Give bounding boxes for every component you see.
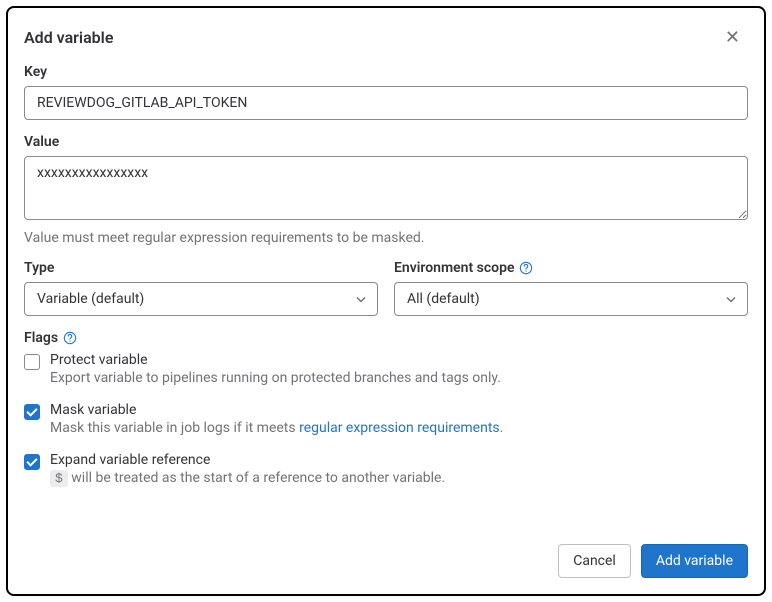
modal-header: Add variable ✕ bbox=[24, 24, 748, 50]
key-input[interactable] bbox=[24, 86, 748, 120]
mask-variable-checkbox[interactable] bbox=[24, 404, 40, 420]
protect-variable-item: Protect variable Export variable to pipe… bbox=[24, 352, 748, 386]
scope-label: Environment scope bbox=[394, 260, 514, 276]
mask-variable-desc: Mask this variable in job logs if it mee… bbox=[50, 420, 748, 436]
value-label: Value bbox=[24, 134, 748, 150]
mask-variable-item: Mask variable Mask this variable in job … bbox=[24, 402, 748, 436]
flags-label-wrap: Flags bbox=[24, 330, 748, 346]
key-label: Key bbox=[24, 64, 748, 80]
dollar-code: $ bbox=[50, 470, 68, 487]
type-field-group: Type Variable (default) bbox=[24, 260, 378, 316]
flags-section: Flags Protect variable Export variable t… bbox=[24, 330, 748, 486]
close-button[interactable]: ✕ bbox=[717, 24, 748, 50]
protect-variable-desc: Export variable to pipelines running on … bbox=[50, 370, 748, 386]
expand-variable-desc: $ will be treated as the start of a refe… bbox=[50, 470, 748, 486]
value-field-group: Value xxxxxxxxxxxxxxxx Value must meet r… bbox=[24, 134, 748, 246]
expand-variable-label[interactable]: Expand variable reference bbox=[50, 452, 748, 468]
type-selected-value: Variable (default) bbox=[37, 291, 144, 307]
protect-variable-label[interactable]: Protect variable bbox=[50, 352, 748, 368]
close-icon: ✕ bbox=[725, 27, 740, 47]
scope-field-group: Environment scope All (default) bbox=[394, 260, 748, 316]
expand-variable-item: Expand variable reference $ will be trea… bbox=[24, 452, 748, 486]
mask-requirements-link[interactable]: regular expression requirements bbox=[299, 420, 500, 436]
add-variable-modal: Add variable ✕ Key Value xxxxxxxxxxxxxxx… bbox=[6, 6, 766, 596]
type-scope-row: Type Variable (default) Environment scop… bbox=[24, 260, 748, 316]
modal-footer: Cancel Add variable bbox=[24, 524, 748, 578]
value-help-text: Value must meet regular expression requi… bbox=[24, 230, 748, 246]
expand-variable-checkbox[interactable] bbox=[24, 454, 40, 470]
value-textarea[interactable]: xxxxxxxxxxxxxxxx bbox=[24, 156, 748, 220]
protect-variable-checkbox[interactable] bbox=[24, 354, 40, 370]
help-icon[interactable] bbox=[62, 330, 78, 346]
scope-selected-value: All (default) bbox=[407, 291, 480, 307]
scope-select[interactable]: All (default) bbox=[394, 282, 748, 316]
help-icon[interactable] bbox=[518, 260, 534, 276]
type-label: Type bbox=[24, 260, 378, 276]
scope-label-wrap: Environment scope bbox=[394, 260, 748, 276]
mask-variable-label[interactable]: Mask variable bbox=[50, 402, 748, 418]
flags-label: Flags bbox=[24, 330, 58, 346]
add-variable-button[interactable]: Add variable bbox=[641, 544, 748, 578]
key-field-group: Key bbox=[24, 64, 748, 120]
type-select[interactable]: Variable (default) bbox=[24, 282, 378, 316]
modal-title: Add variable bbox=[24, 28, 113, 47]
cancel-button[interactable]: Cancel bbox=[558, 544, 631, 578]
